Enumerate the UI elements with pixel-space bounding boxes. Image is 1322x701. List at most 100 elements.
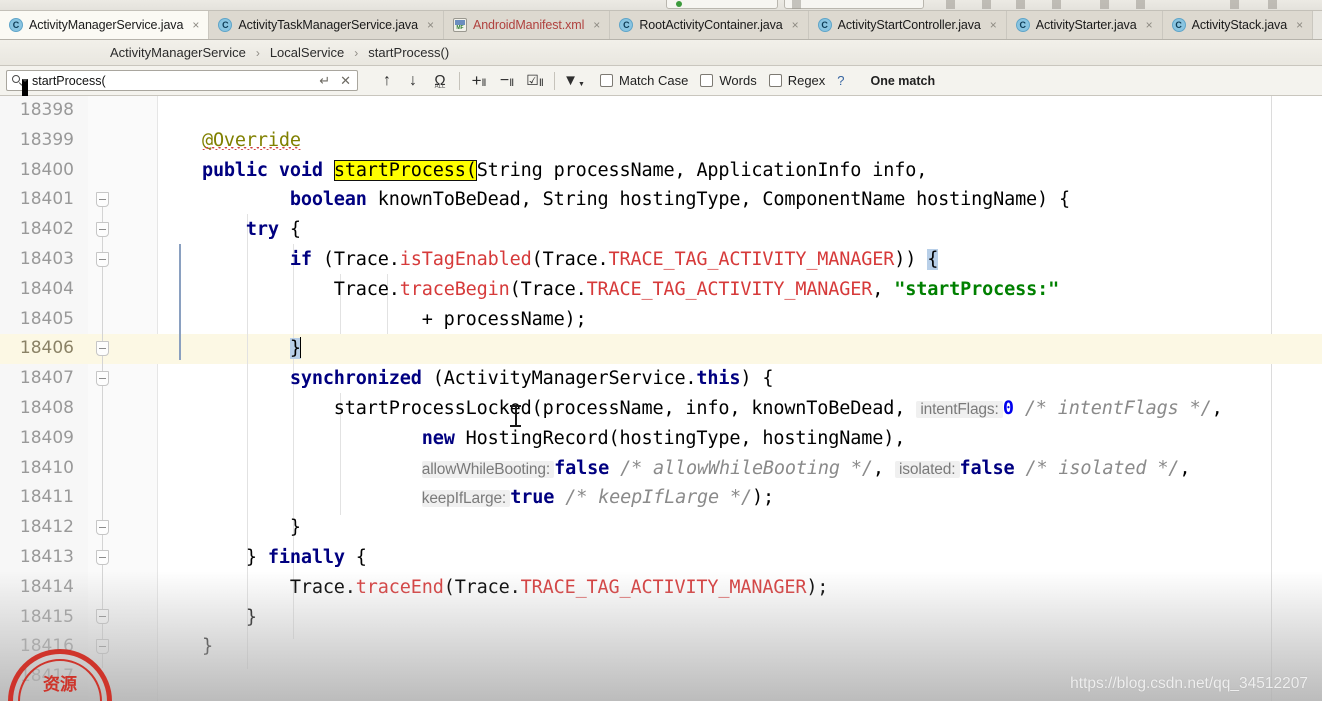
fold-toggle-18415[interactable] <box>96 609 109 624</box>
toolbar-device-chip[interactable] <box>784 0 924 9</box>
toolbar-stop-icon[interactable] <box>1052 0 1061 9</box>
code-line-18414[interactable]: Trace.traceEnd(Trace.TRACE_TAG_ACTIVITY_… <box>158 573 829 603</box>
filter-search-button[interactable]: ▼ ▼ <box>560 69 588 93</box>
find-previous-button[interactable]: ↑ <box>374 69 400 93</box>
toolbar-run-icon[interactable] <box>946 0 955 9</box>
code-line-18405[interactable]: + processName); <box>158 305 587 335</box>
toolbar-avd-icon[interactable] <box>1136 0 1145 9</box>
fold-toggle-18406[interactable] <box>96 341 109 356</box>
editor-tab-activitytaskmanagerservice[interactable]: C ActivityTaskManagerService.java × <box>209 11 444 39</box>
clear-search-icon[interactable]: ✕ <box>340 73 353 89</box>
match-case-checkbox[interactable]: Match Case <box>600 73 688 88</box>
toolbar-profile-icon[interactable] <box>1016 0 1025 9</box>
editor-tab-rootactivitycontainer[interactable]: C RootActivityContainer.java × <box>610 11 809 39</box>
close-icon[interactable]: × <box>1294 18 1305 32</box>
editor-tab-label: AndroidManifest.xml <box>472 18 585 32</box>
editor-tab-activitystack[interactable]: C ActivityStack.java × <box>1162 11 1314 39</box>
line-number: 18409 <box>19 427 74 448</box>
code-line-18402[interactable]: try { <box>158 215 301 245</box>
breadcrumb: ActivityManagerService › LocalService › … <box>0 40 1322 66</box>
editor-tab-label: RootActivityContainer.java <box>639 18 783 32</box>
code-line-18415[interactable]: } <box>158 603 257 633</box>
code-line-18399[interactable]: @Override <box>158 126 301 156</box>
inlay-hint-keepiflarge: keepIfLarge: <box>421 490 511 508</box>
fold-toggle-18402[interactable] <box>96 222 109 237</box>
close-icon[interactable]: × <box>790 18 801 32</box>
close-icon[interactable]: × <box>591 18 602 32</box>
toolbar-debug-icon[interactable] <box>982 0 991 9</box>
search-icon[interactable] <box>11 74 28 100</box>
editor-line-18398[interactable]: 18398 <box>0 96 1322 126</box>
select-all-occurrences-button[interactable]: ☑ Ⅱ <box>521 69 549 93</box>
toolbar-device-dot-icon <box>676 1 682 7</box>
code-line-18410[interactable]: allowWhileBooting: false /* allowWhileBo… <box>158 454 1190 485</box>
regex-checkbox[interactable]: Regex <box>768 73 825 88</box>
enter-icon[interactable]: ↵ <box>319 73 340 89</box>
code-line-18407[interactable]: synchronized (ActivityManagerService.thi… <box>158 364 774 394</box>
code-line-18406[interactable]: } <box>158 334 302 364</box>
words-checkbox[interactable]: Words <box>700 73 757 88</box>
code-line-18408[interactable]: startProcessLocked(processName, info, kn… <box>158 394 1223 425</box>
regex-help-icon[interactable]: ? <box>837 73 844 88</box>
close-icon[interactable]: × <box>190 18 201 32</box>
code-line-18417[interactable] <box>158 662 169 692</box>
code-line-18413[interactable]: } finally { <box>158 543 367 573</box>
code-line-18400[interactable]: public void startProcess(String processN… <box>158 156 927 186</box>
line-number: 18407 <box>19 368 74 389</box>
toolbar-run-config-chip[interactable] <box>666 0 778 9</box>
code-line-18409[interactable]: new HostingRecord(hostingType, hostingNa… <box>158 424 906 454</box>
java-class-icon: C <box>218 18 233 32</box>
editor-tab-bar-filler <box>1313 11 1322 39</box>
find-all-button[interactable]: Ω ALL <box>426 69 454 93</box>
toolbar-search-everywhere-icon[interactable] <box>1230 0 1239 9</box>
toolbar-settings-icon[interactable] <box>1268 0 1277 9</box>
fold-toggle-18407[interactable] <box>96 371 109 386</box>
fold-toggle-18401[interactable] <box>96 192 109 207</box>
java-class-icon: C <box>817 18 832 32</box>
search-input[interactable]: startProcess( ↵ ✕ <box>6 70 358 100</box>
minus-icon: − <box>499 71 510 89</box>
filter-icon: ▼ <box>563 72 578 89</box>
code-line-18411[interactable]: keepIfLarge: true /* keepIfLarge */); <box>158 483 774 514</box>
editor-tab-bar: C ActivityManagerService.java × C Activi… <box>0 11 1322 40</box>
close-icon[interactable]: × <box>425 18 436 32</box>
fold-toggle-18413[interactable] <box>96 550 109 565</box>
add-selection-button[interactable]: + Ⅱ <box>465 69 493 93</box>
editor-tab-activitystartcontroller[interactable]: C ActivityStartController.java × <box>808 11 1007 39</box>
code-line-18416[interactable]: } <box>158 632 213 662</box>
chevron-right-icon: › <box>255 45 260 60</box>
watermark-url: https://blog.csdn.net/qq_34512207 <box>1070 675 1308 692</box>
remove-selection-button[interactable]: − Ⅱ <box>493 69 521 93</box>
main-toolbar-sliver <box>0 0 1322 11</box>
close-icon[interactable]: × <box>988 18 999 32</box>
ide-window: C ActivityManagerService.java × C Activi… <box>0 0 1322 701</box>
editor-tab-activitystarter[interactable]: C ActivityStarter.java × <box>1006 11 1163 39</box>
code-line-18398[interactable] <box>158 96 169 126</box>
breadcrumb-item-inner-class[interactable]: LocalService <box>268 45 346 60</box>
checkbox-box[interactable] <box>700 74 714 87</box>
code-line-18401[interactable]: boolean knownToBeDead, String hostingTyp… <box>158 185 1070 215</box>
breadcrumb-item-class[interactable]: ActivityManagerService <box>108 45 248 60</box>
editor-tab-androidmanifest[interactable]: AndroidManifest.xml × <box>443 11 611 39</box>
search-input-value[interactable]: startProcess( <box>26 74 319 88</box>
checkbox-box[interactable] <box>600 74 613 87</box>
breadcrumb-item-method[interactable]: startProcess() <box>366 45 451 60</box>
code-line-18404[interactable]: Trace.traceBegin(Trace.TRACE_TAG_ACTIVIT… <box>158 275 1059 305</box>
arrow-down-icon: ↓ <box>409 71 417 89</box>
editor-tab-label: ActivityStack.java <box>1191 18 1288 32</box>
editor-tab-label: ActivityStartController.java <box>837 18 981 32</box>
fold-toggle-18416[interactable] <box>96 639 109 654</box>
close-icon[interactable]: × <box>1144 18 1155 32</box>
checkbox-box[interactable] <box>768 74 782 87</box>
code-line-18403[interactable]: if (Trace.isTagEnabled(Trace.TRACE_TAG_A… <box>158 245 938 275</box>
code-line-18412[interactable]: } <box>158 513 301 543</box>
fold-toggle-18412[interactable] <box>96 520 109 535</box>
fold-toggle-18403[interactable] <box>96 252 109 267</box>
find-next-button[interactable]: ↓ <box>400 69 426 93</box>
inlay-hint-allowwhilebooting: allowWhileBooting: <box>421 460 555 478</box>
line-number: 18415 <box>19 606 74 627</box>
code-editor[interactable]: 18398 18399 18400 18401 18402 18403 1840… <box>0 96 1322 701</box>
line-number: 18412 <box>19 517 74 538</box>
editor-tab-activitymanagerservice[interactable]: C ActivityManagerService.java × <box>0 11 210 39</box>
toolbar-sdk-icon[interactable] <box>1100 0 1109 9</box>
